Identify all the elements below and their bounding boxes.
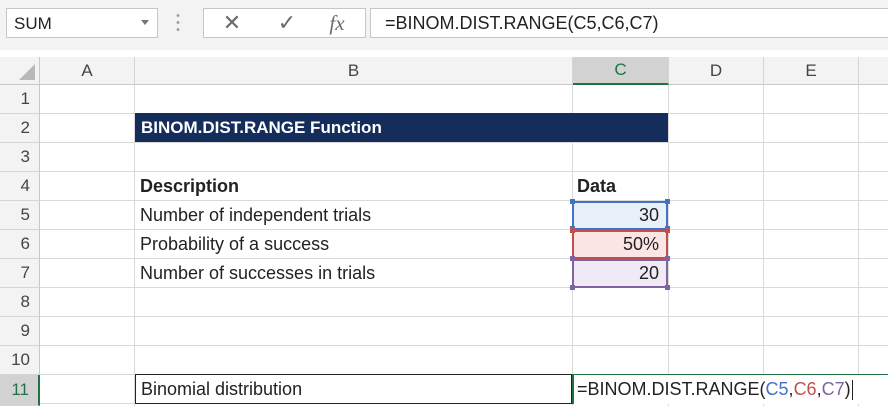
range-handle[interactable] xyxy=(570,285,575,290)
column-header-d[interactable]: D xyxy=(669,57,764,85)
range-handle[interactable] xyxy=(665,285,670,290)
range-handle[interactable] xyxy=(570,228,575,233)
result-label-cell[interactable]: Binomial distribution xyxy=(135,374,572,404)
row-header-5[interactable]: 5 xyxy=(0,201,40,230)
ref-c6: C6 xyxy=(793,379,817,399)
row-header-4[interactable]: 4 xyxy=(0,172,40,201)
data-cell-c6[interactable]: 50% xyxy=(572,230,668,259)
row-header-2[interactable]: 2 xyxy=(0,114,40,143)
close-icon[interactable]: ✕ xyxy=(212,9,252,37)
data-cell-c7[interactable]: 20 xyxy=(572,259,668,288)
name-box-value: SUM xyxy=(14,14,52,33)
row-header-1[interactable]: 1 xyxy=(0,85,40,114)
column-header-b[interactable]: B xyxy=(135,57,573,85)
column-header-a[interactable]: A xyxy=(40,57,135,85)
column-header-e[interactable]: E xyxy=(764,57,859,85)
row-header-11[interactable]: 11 xyxy=(0,375,40,406)
active-edit-cell[interactable]: =BINOM.DIST.RANGE(C5, C6, C7) xyxy=(572,374,888,404)
text-caret xyxy=(851,379,853,400)
select-all-button[interactable] xyxy=(0,57,40,85)
ref-c7: C7 xyxy=(821,379,845,399)
sheet-title[interactable]: BINOM.DIST.RANGE Function xyxy=(135,113,668,142)
formula-buttons: ✕ ✓ fx xyxy=(203,8,366,38)
ref-c5: C5 xyxy=(765,379,789,399)
formula-text: =BINOM.DIST.RANGE(C5,C6,C7) xyxy=(385,13,659,33)
row-header-6[interactable]: 6 xyxy=(0,230,40,259)
header-data[interactable]: Data xyxy=(572,172,668,201)
description-cell[interactable]: Number of independent trials xyxy=(135,201,572,230)
column-header-f[interactable] xyxy=(859,57,888,85)
header-description[interactable]: Description xyxy=(135,172,572,201)
data-cell-c5[interactable]: 30 xyxy=(572,201,668,230)
check-icon[interactable]: ✓ xyxy=(267,9,307,37)
range-handle[interactable] xyxy=(665,256,670,261)
row-header-10[interactable]: 10 xyxy=(0,346,40,375)
row-header-3[interactable]: 3 xyxy=(0,143,40,172)
range-handle[interactable] xyxy=(665,199,670,204)
row-header-9[interactable]: 9 xyxy=(0,317,40,346)
column-header-c[interactable]: C xyxy=(573,57,669,85)
chevron-down-icon[interactable] xyxy=(141,20,149,25)
edit-suffix: ) xyxy=(844,379,851,399)
row-header-8[interactable]: 8 xyxy=(0,288,40,317)
description-cell[interactable]: Number of successes in trials xyxy=(135,259,572,288)
range-handle[interactable] xyxy=(570,256,575,261)
grip-icon[interactable] xyxy=(176,12,180,34)
fx-icon[interactable]: fx xyxy=(317,9,357,37)
formula-bar-area: SUM ✕ ✓ fx =BINOM.DIST.RANGE(C5,C6,C7) xyxy=(0,0,888,51)
row-header-7[interactable]: 7 xyxy=(0,259,40,288)
name-box[interactable]: SUM xyxy=(6,8,158,38)
range-handle[interactable] xyxy=(570,199,575,204)
description-cell[interactable]: Probability of a success xyxy=(135,230,572,259)
edit-prefix: =BINOM.DIST.RANGE( xyxy=(577,379,766,399)
formula-input[interactable]: =BINOM.DIST.RANGE(C5,C6,C7) xyxy=(370,8,888,38)
range-handle[interactable] xyxy=(665,228,670,233)
